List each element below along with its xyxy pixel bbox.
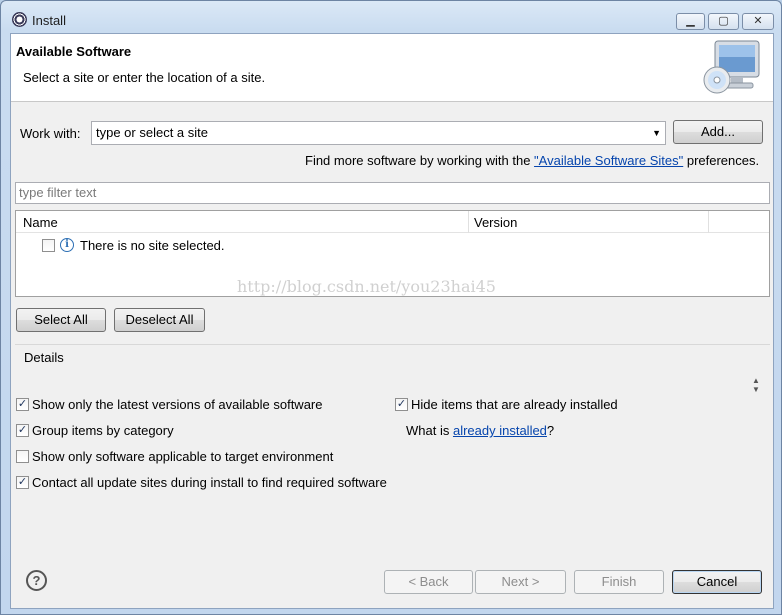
cancel-button[interactable]: Cancel [672, 570, 762, 594]
contact-update-sites-checkbox[interactable]: ✓ [16, 476, 29, 489]
what-is-prefix: What is [406, 423, 453, 438]
info-icon: i [60, 238, 74, 252]
column-divider [708, 211, 709, 233]
back-button[interactable]: < Back [384, 570, 473, 594]
deselect-all-button[interactable]: Deselect All [114, 308, 205, 332]
latest-versions-checkbox[interactable]: ✓ [16, 398, 29, 411]
what-is-suffix: ? [546, 423, 555, 438]
dialog-client-area: Available Software Select a site or ente… [10, 33, 774, 609]
work-with-label: Work with: [20, 126, 81, 141]
details-group: Details ▲ ▼ [15, 344, 770, 394]
monitor-cd-icon [703, 40, 760, 94]
maximize-button[interactable]: ▢ [708, 13, 739, 30]
help-icon[interactable]: ? [26, 570, 47, 591]
column-version[interactable]: Version [474, 215, 517, 230]
minimize-button[interactable]: ▁ [676, 13, 705, 30]
target-environment-checkbox[interactable] [16, 450, 29, 463]
window-title: Install [32, 13, 66, 28]
title-bar[interactable]: Install ▁ ▢ ✕ [1, 1, 781, 33]
group-by-category-label: Group items by category [32, 423, 174, 438]
close-button[interactable]: ✕ [742, 13, 774, 30]
eclipse-icon [12, 12, 27, 27]
available-software-sites-link[interactable]: "Available Software Sites" [534, 153, 683, 168]
install-window: Install ▁ ▢ ✕ Available Software Select … [0, 0, 782, 615]
blog-watermark: http://blog.csdn.net/you23hai45 [237, 277, 496, 296]
row-checkbox[interactable] [42, 239, 55, 252]
column-name[interactable]: Name [23, 215, 58, 230]
details-scroll-arrows[interactable]: ▲ ▼ [752, 376, 760, 394]
hide-installed-label: Hide items that are already installed [411, 397, 618, 412]
filter-input[interactable]: type filter text [15, 182, 770, 204]
contact-update-sites-label: Contact all update sites during install … [32, 475, 387, 490]
latest-versions-label: Show only the latest versions of availab… [32, 397, 323, 412]
finish-button[interactable]: Finish [574, 570, 664, 594]
dropdown-arrow-icon[interactable]: ▼ [652, 128, 661, 138]
group-by-category-checkbox[interactable]: ✓ [16, 424, 29, 437]
hint-suffix: preferences. [683, 153, 760, 168]
column-divider [468, 211, 469, 233]
hint-prefix: Find more software by working with the [305, 153, 535, 168]
select-all-button[interactable]: Select All [16, 308, 106, 332]
hide-installed-checkbox[interactable]: ✓ [395, 398, 408, 411]
next-button[interactable]: Next > [475, 570, 566, 594]
what-is-installed-text: What is already installed? [406, 423, 554, 438]
work-with-value: type or select a site [96, 125, 208, 140]
table-header: Name Version [16, 211, 769, 233]
page-title: Available Software [16, 44, 132, 59]
details-label: Details [24, 350, 64, 365]
already-installed-link[interactable]: already installed [453, 423, 547, 438]
work-with-combo[interactable]: type or select a site ▼ [91, 121, 666, 145]
add-site-button[interactable]: Add... [673, 120, 763, 144]
software-sites-hint: Find more software by working with the "… [305, 153, 759, 168]
target-environment-label: Show only software applicable to target … [32, 449, 334, 464]
wizard-banner: Available Software Select a site or ente… [11, 34, 773, 102]
page-description: Select a site or enter the location of a… [23, 70, 266, 85]
row-text: There is no site selected. [80, 238, 225, 253]
